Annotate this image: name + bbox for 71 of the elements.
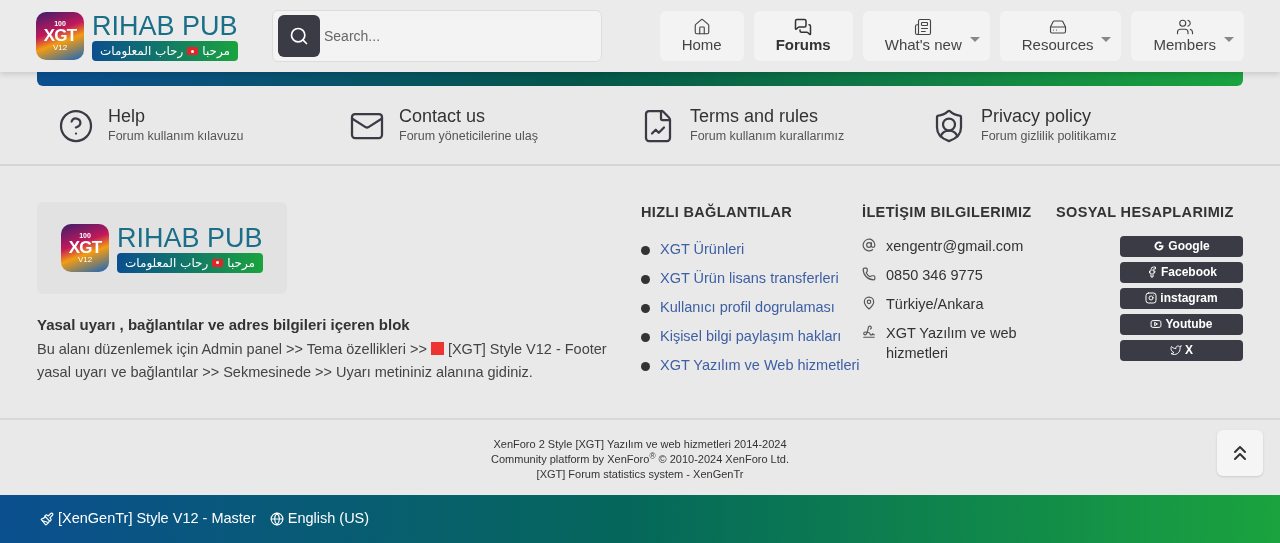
logo-badge-bottom: V12	[77, 255, 93, 264]
phone-icon	[862, 266, 876, 281]
social-button[interactable]: Google	[1120, 235, 1243, 257]
logo-tagline: رحاب المعلومات مرحبا	[117, 252, 263, 273]
notice-text: Bu alanı düzenlemek için Admin panel >> Tema özellikleri >> [XGT] Style V12 - Footer yasal uyarı ve bağlantılar >> Sekmesinede >> Uyarı metininiz alanına gidiniz.	[37, 340, 608, 383]
copyright-line: Community platform by XenForo$^{®}$ © 2010-2024 XenForo Ltd.	[491, 451, 789, 467]
notice-title: Yasal uyarı , bağlantılar ve adres bilgileri içeren blok	[37, 314, 411, 335]
drive-icon	[1048, 18, 1067, 36]
social-button[interactable]: Facebook	[1120, 261, 1243, 283]
logo-title: RIHAB PUB	[92, 11, 238, 41]
quick-link[interactable]: XGT Ürün lisans transferleri	[660, 268, 839, 290]
signature-icon	[862, 324, 876, 339]
chat-bubbles-icon	[794, 18, 813, 36]
quick-link[interactable]: XGT Yazılım ve Web hizmetleri	[660, 355, 860, 377]
quick-link[interactable]: Kişisel bilgi paylaşım hakları	[660, 326, 842, 348]
quick-link[interactable]: XGT Ürünleri	[660, 239, 745, 261]
home-icon	[692, 18, 711, 36]
contact-text: xengentr@gmail.com	[886, 236, 1024, 256]
bullet-icon	[641, 332, 650, 342]
instagram-icon	[1145, 292, 1158, 304]
users-icon	[1175, 18, 1194, 36]
question-icon	[58, 107, 94, 144]
logo-badge-main: XGT	[43, 27, 77, 44]
quick-link[interactable]: Kullanıcı profil dogrulaması	[660, 297, 835, 319]
help-link[interactable]: Help Forum kullanım kılavuzu	[58, 106, 349, 146]
nav-tab[interactable]: Forums	[753, 11, 853, 61]
bullet-icon	[641, 245, 650, 255]
search-bar[interactable]: Search...	[272, 10, 602, 62]
bullet-icon	[641, 361, 650, 371]
facebook-icon	[1146, 266, 1158, 278]
style-chooser-link[interactable]: [XenGenTr] Style V12 - Master	[40, 508, 256, 530]
help-link[interactable]: Terms and rules Forum kullanım kurallarımız	[640, 106, 931, 146]
nav-tab[interactable]: Home	[659, 11, 744, 61]
social-button[interactable]: instagram	[1120, 287, 1243, 309]
section-heading: HIZLI BAĞLANTILAR	[641, 202, 794, 222]
search-button[interactable]	[278, 15, 320, 57]
g-letter-icon	[1153, 240, 1166, 252]
nav-tab[interactable]: Members	[1131, 11, 1244, 61]
help-link[interactable]: Privacy policy Forum gizlilik politikamız	[931, 106, 1222, 146]
language-link[interactable]: English (US)	[269, 508, 370, 530]
bullet-icon	[641, 274, 650, 284]
newspaper-icon	[914, 18, 933, 36]
contact-text: XGT Yazılım ve web hizmetleri	[886, 323, 1018, 363]
paintbrush-icon	[40, 511, 54, 526]
logo-badge-main: XGT	[68, 238, 102, 256]
logo-badge-bottom: V12	[52, 44, 68, 52]
section-heading: SOSYAL HESAPLARIMIZ	[1056, 202, 1234, 222]
scroll-top-button[interactable]	[1217, 429, 1263, 476]
copyright-line: [XGT] Forum statistics system - XenGenTr	[536, 466, 744, 482]
search-icon	[289, 26, 309, 46]
copyright-line: XenForo 2 Style [XGT] Yazılım ve web hizmetleri 2014-2024	[493, 436, 787, 452]
flag-icon	[187, 47, 199, 55]
at-sign-icon	[862, 237, 876, 252]
bird-icon	[1170, 344, 1182, 356]
square-icon	[430, 342, 444, 356]
nav-tab[interactable]: What's new	[862, 11, 990, 61]
nav-tab[interactable]: Resources	[999, 11, 1122, 61]
social-button[interactable]: Youtube	[1120, 313, 1243, 335]
help-link[interactable]: Contact us Forum yöneticilerine ulaş	[349, 106, 640, 146]
contact-text: Türkiye/Ankara	[886, 294, 984, 314]
bullet-icon	[641, 303, 650, 313]
map-pin-icon	[862, 295, 876, 310]
section-heading: İLETİŞIM BILGILERIMIZ	[862, 202, 1033, 222]
contact-text: 0850 346 9775	[886, 265, 983, 285]
globe-icon	[269, 511, 284, 526]
flag-icon	[212, 258, 224, 267]
play-icon	[1150, 318, 1163, 330]
social-button[interactable]: X	[1120, 339, 1243, 361]
logo-tagline: رحاب المعلومات مرحبا	[92, 41, 238, 61]
logo-title: RIHAB PUB	[117, 222, 263, 253]
search-field[interactable]: Search...	[324, 18, 596, 54]
